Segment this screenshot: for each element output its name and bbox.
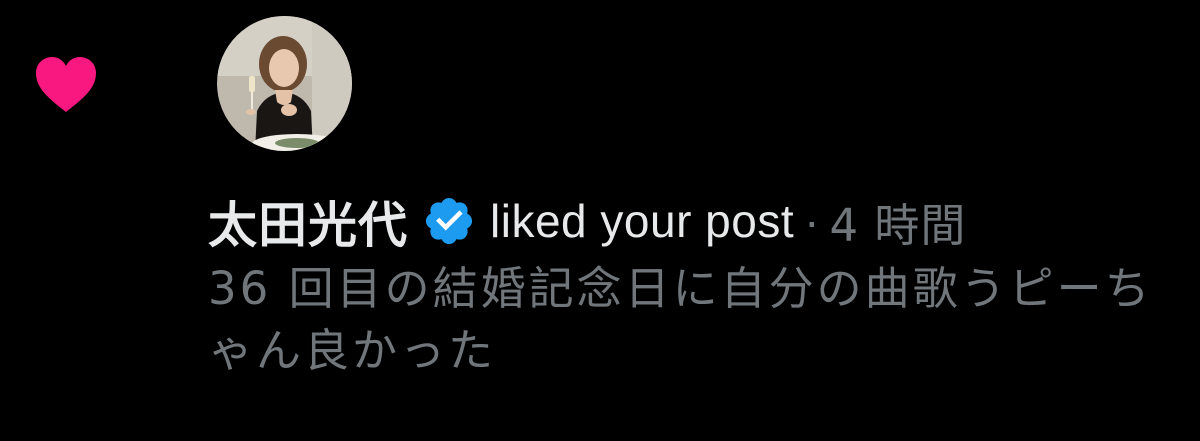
avatar[interactable]	[217, 16, 352, 151]
user-name[interactable]: 太田光代	[208, 186, 408, 257]
separator: ·	[804, 195, 820, 247]
notification-header: 太田光代 liked your post · 4 時間	[208, 186, 1188, 256]
action-text: liked your post	[490, 195, 795, 247]
post-text[interactable]: 36 回目の結婚記念日に自分の曲歌うピーちゃん良かった	[208, 258, 1158, 382]
like-notification[interactable]: 太田光代 liked your post · 4 時間 36 回目の結婚記念日に…	[0, 0, 1200, 441]
verified-badge-icon	[422, 194, 476, 248]
heart-icon	[34, 56, 98, 114]
timestamp: 4 時間	[829, 198, 967, 252]
notification-content: 太田光代 liked your post · 4 時間 36 回目の結婚記念日に…	[208, 186, 1188, 382]
